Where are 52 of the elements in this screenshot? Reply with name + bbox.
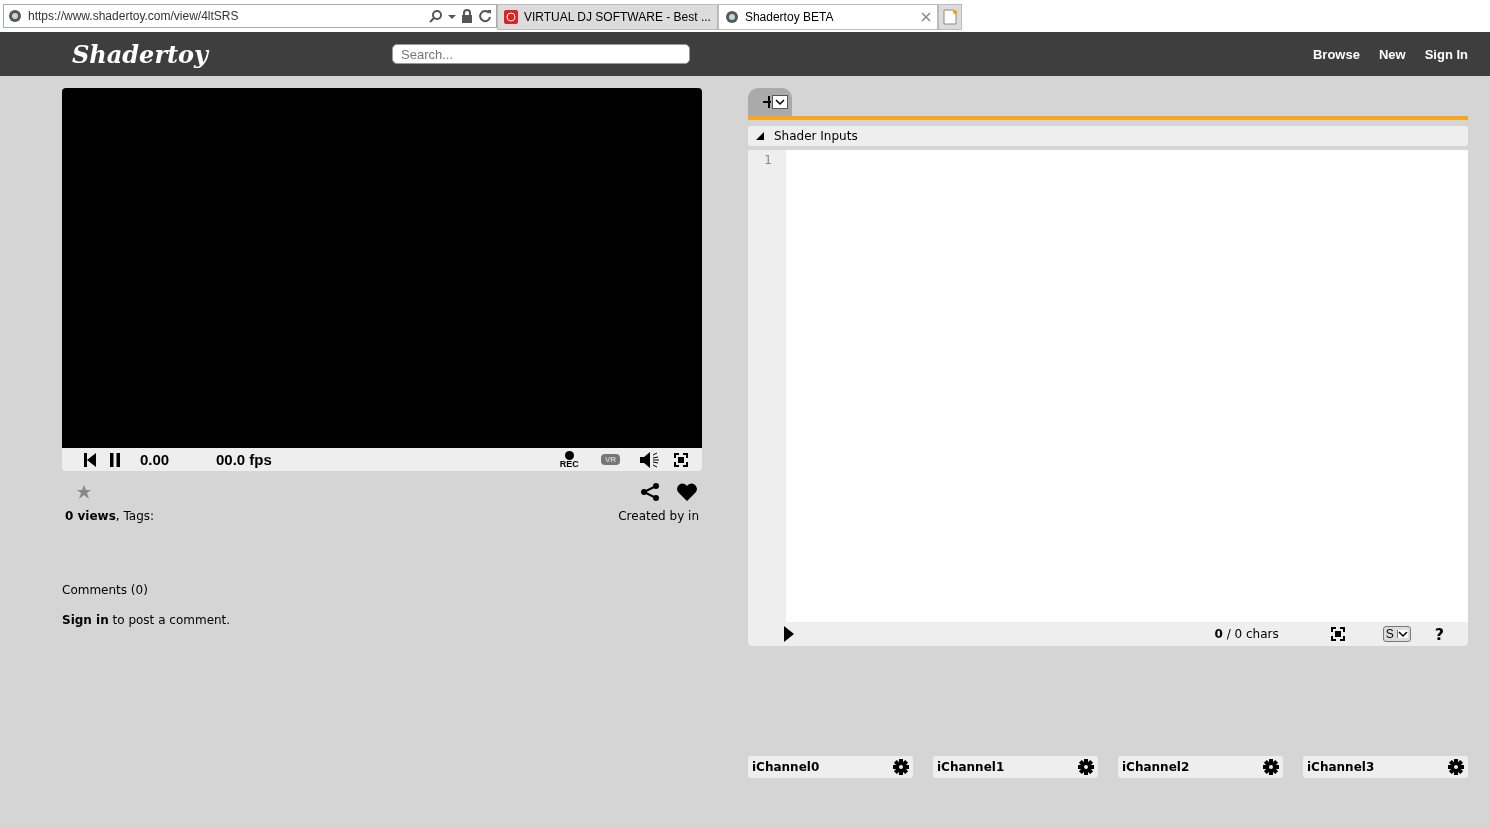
refresh-icon[interactable] <box>478 9 492 23</box>
shader-inputs-bar[interactable]: Shader Inputs <box>748 126 1468 146</box>
plus-icon <box>763 96 771 108</box>
site-logo[interactable]: Shadertoy <box>72 39 392 69</box>
compile-play-icon[interactable] <box>784 626 794 642</box>
sign-in-prompt: Sign in to post a comment. <box>62 613 232 627</box>
dropdown-icon[interactable] <box>1396 630 1408 638</box>
fullscreen-icon[interactable] <box>1330 627 1345 641</box>
dropdown-icon[interactable] <box>772 95 788 109</box>
font-size-select[interactable]: S <box>1382 626 1411 642</box>
line-number: 1 <box>763 153 772 167</box>
lock-icon <box>461 9 473 23</box>
views-tags-text: 0 views, Tags: <box>65 509 155 523</box>
gear-icon[interactable] <box>1448 759 1464 775</box>
channel-slot[interactable]: iChannel3 <box>1303 756 1468 778</box>
nav-link[interactable]: New <box>1378 46 1406 62</box>
comments-heading: Comments (0) <box>62 583 149 597</box>
globe-icon <box>724 10 739 24</box>
sign-in-link[interactable]: Sign in <box>62 613 109 627</box>
gear-icon[interactable] <box>1078 759 1094 775</box>
gear-icon[interactable] <box>1263 759 1279 775</box>
page-icon <box>942 9 957 25</box>
fps-readout: 00.0 fps <box>216 451 272 468</box>
fullscreen-icon[interactable] <box>674 452 688 467</box>
editor-tab[interactable] <box>748 88 792 116</box>
share-icon[interactable] <box>640 482 660 502</box>
nav-link[interactable]: Sign In <box>1424 46 1468 62</box>
pause-icon[interactable] <box>110 452 120 467</box>
channel-slot[interactable]: iChannel1 <box>933 756 1098 778</box>
browser-tab[interactable]: Shadertoy BETA <box>717 4 938 30</box>
globe-icon <box>8 9 22 23</box>
search-icon[interactable] <box>429 9 443 23</box>
channel-slot[interactable]: iChannel2 <box>1118 756 1283 778</box>
browser-tab[interactable]: VIRTUAL DJ SOFTWARE - Best ... <box>497 4 718 30</box>
record-button[interactable]: REC <box>559 450 579 469</box>
address-bar[interactable]: https://www.shadertoy.com/view/4ltSRS <box>3 4 497 28</box>
channel-slot[interactable]: iChannel0 <box>748 756 913 778</box>
star-icon[interactable] <box>76 484 92 500</box>
address-text: https://www.shadertoy.com/view/4ltSRS <box>28 9 240 23</box>
skip-back-icon[interactable] <box>84 452 96 467</box>
record-icon <box>504 10 518 24</box>
gear-icon[interactable] <box>893 759 909 775</box>
volume-icon[interactable] <box>640 451 660 468</box>
heart-icon[interactable] <box>676 482 698 502</box>
nav-link[interactable]: Browse <box>1312 46 1360 62</box>
collapse-triangle-icon[interactable] <box>756 132 764 140</box>
time-readout: 0.00 <box>140 451 171 468</box>
char-count: 0 / 0 chars <box>1214 627 1279 641</box>
created-by-text: Created by in <box>618 509 699 523</box>
close-icon[interactable] <box>920 12 931 22</box>
help-button[interactable]: ? <box>1434 624 1444 644</box>
search-field[interactable]: Search... <box>392 44 690 64</box>
